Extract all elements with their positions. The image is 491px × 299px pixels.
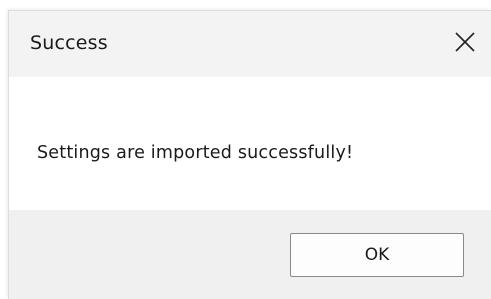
dialog-message: Settings are imported successfully!: [37, 143, 354, 163]
close-button[interactable]: [443, 25, 487, 63]
ok-button[interactable]: OK: [290, 233, 464, 277]
dialog-title: Success: [30, 32, 108, 54]
dialog-titlebar: Success: [9, 11, 491, 77]
close-icon: [454, 31, 476, 57]
dialog-content: Settings are imported successfully!: [9, 77, 491, 210]
screen: Success Settings are imported successful…: [0, 0, 491, 299]
dialog-footer: OK: [9, 210, 491, 299]
success-dialog: Success Settings are imported successful…: [8, 10, 491, 299]
